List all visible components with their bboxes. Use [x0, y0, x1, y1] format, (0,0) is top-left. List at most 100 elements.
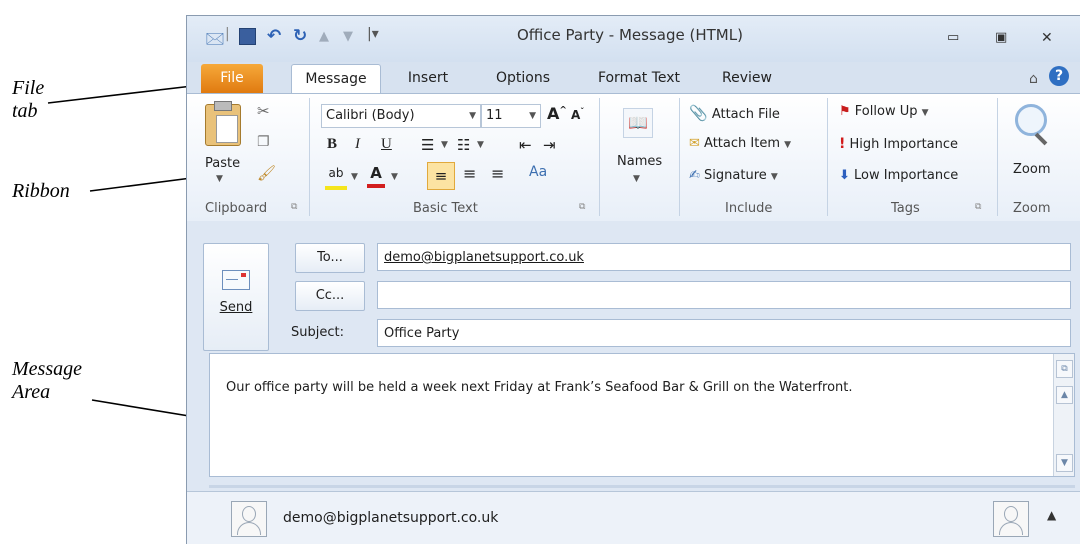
chevron-down-icon[interactable]: ▼ [633, 174, 640, 184]
chevron-down-icon[interactable]: ▼ [351, 172, 358, 182]
title-bar: 🖂 | ↶ ↻ ▲ ▼ |▾ Office Party - Message (H… [187, 16, 1080, 62]
low-importance-label: Low Importance [854, 168, 959, 183]
tab-options[interactable]: Options [483, 64, 563, 93]
message-body-text: Our office party will be held a week nex… [226, 380, 853, 395]
attach-item-icon: ✉ [689, 136, 700, 151]
save-icon[interactable] [239, 28, 256, 45]
close-button[interactable]: ✕ [1041, 30, 1053, 46]
ribbon: Paste ▼ ✂ ❐ 🖌 Clipboard ⧉ Calibri (Body)… [187, 93, 1080, 222]
names-button[interactable]: Names [617, 154, 662, 169]
message-area-annotation: Message Area [12, 358, 82, 404]
to-button[interactable]: To... [295, 243, 365, 273]
follow-up-label: Follow Up [854, 104, 918, 119]
styles-icon[interactable]: Aa [529, 164, 547, 180]
cut-icon[interactable]: ✂ [257, 102, 270, 120]
font-size-combo[interactable]: 11 ▼ [481, 104, 541, 128]
expand-people-pane-icon[interactable]: ▲ [1047, 508, 1056, 522]
zoom-button[interactable]: Zoom [1013, 162, 1050, 177]
paste-button[interactable]: Paste [205, 156, 240, 171]
tab-file[interactable]: File [201, 64, 263, 93]
outlook-message-window: 🖂 | ↶ ↻ ▲ ▼ |▾ Office Party - Message (H… [186, 15, 1080, 544]
high-importance-button[interactable]: ! High Importance [839, 136, 958, 152]
font-name-combo[interactable]: Calibri (Body) ▼ [321, 104, 481, 128]
low-importance-icon: ⬇ [839, 168, 850, 183]
undo-icon[interactable]: ↶ [267, 26, 281, 46]
align-left-icon[interactable]: ≡ [427, 162, 455, 190]
chevron-down-icon: ▼ [784, 140, 792, 150]
tab-insert[interactable]: Insert [397, 64, 459, 93]
increase-indent-icon[interactable]: ⇥ [543, 136, 556, 154]
cc-button[interactable]: Cc... [295, 281, 365, 311]
follow-up-button[interactable]: ⚑ Follow Up ▼ [839, 104, 929, 119]
chevron-down-icon[interactable]: ▼ [391, 172, 398, 182]
decrease-indent-icon[interactable]: ⇤ [519, 136, 532, 154]
ribbon-annotation: Ribbon [12, 180, 70, 202]
message-body[interactable]: Our office party will be held a week nex… [209, 353, 1075, 477]
italic-icon[interactable]: I [355, 136, 360, 153]
paste-dropdown-icon[interactable]: ▼ [216, 174, 223, 184]
cc-field[interactable] [377, 281, 1071, 309]
window-title: Office Party - Message (HTML) [517, 26, 743, 44]
scroll-down-icon[interactable]: ▼ [1056, 454, 1073, 472]
tab-format-text[interactable]: Format Text [591, 64, 687, 93]
align-right-icon[interactable]: ≡ [491, 164, 504, 183]
send-button[interactable]: Send [203, 243, 269, 351]
bullets-icon[interactable]: ☰ [421, 136, 434, 154]
high-importance-icon: ! [839, 136, 846, 152]
chevron-down-icon[interactable]: ▼ [477, 140, 484, 150]
next-item-icon[interactable]: ▼ [343, 29, 353, 44]
tab-review[interactable]: Review [715, 64, 779, 93]
group-separator [997, 98, 998, 216]
chevron-down-icon[interactable]: ▼ [441, 140, 448, 150]
numbering-icon[interactable]: ☷ [457, 136, 470, 154]
font-color-icon[interactable]: A [367, 164, 385, 188]
zoom-icon[interactable] [1015, 104, 1047, 136]
vertical-scrollbar[interactable]: ⧉ ▲ ▼ [1053, 354, 1074, 476]
format-painter-icon[interactable]: 🖌 [257, 164, 276, 182]
group-separator [827, 98, 828, 216]
grow-font-icon[interactable]: A^ [547, 104, 567, 123]
low-importance-button[interactable]: ⬇ Low Importance [839, 168, 958, 183]
copy-icon[interactable]: ❐ [257, 134, 270, 150]
bold-icon[interactable]: B [327, 136, 337, 153]
group-separator [309, 98, 310, 216]
customize-qat-icon[interactable]: |▾ [367, 26, 379, 42]
contact-avatar-right[interactable] [993, 501, 1029, 537]
chevron-down-icon: ▼ [529, 111, 536, 121]
group-label-clipboard: Clipboard [205, 201, 268, 216]
maximize-button[interactable]: ▣ [995, 30, 1007, 45]
minimize-button[interactable]: ▭ [947, 30, 959, 45]
split-pane-icon[interactable]: ⧉ [1056, 360, 1073, 378]
group-label-zoom: Zoom [1013, 201, 1051, 216]
subject-field[interactable]: Office Party [377, 319, 1071, 347]
tags-launcher-icon[interactable]: ⧉ [975, 202, 981, 212]
attach-file-label: Attach File [711, 107, 780, 122]
flag-icon: ⚑ [839, 104, 851, 119]
pane-splitter[interactable] [209, 485, 1075, 488]
group-separator [679, 98, 680, 216]
minimize-ribbon-icon[interactable]: ⌂ [1029, 71, 1038, 87]
paperclip-icon: 📎 [689, 104, 708, 122]
scroll-up-icon[interactable]: ▲ [1056, 386, 1073, 404]
tab-message[interactable]: Message [291, 64, 381, 94]
help-icon[interactable]: ? [1049, 66, 1069, 86]
clipboard-launcher-icon[interactable]: ⧉ [291, 202, 297, 212]
annotation-text: Message [12, 358, 82, 380]
people-pane-contact[interactable]: demo@bigplanetsupport.co.uk [283, 510, 498, 526]
align-center-icon[interactable]: ≡ [463, 164, 476, 183]
redo-icon[interactable]: ↻ [293, 26, 307, 46]
basic-text-launcher-icon[interactable]: ⧉ [579, 202, 585, 212]
to-field[interactable]: demo@bigplanetsupport.co.uk [377, 243, 1071, 271]
highlight-icon[interactable]: ab [325, 166, 347, 190]
signature-button[interactable]: ✍ Signature ▼ [689, 168, 778, 183]
underline-icon[interactable]: U [381, 136, 392, 153]
shrink-font-icon[interactable]: Aˇ [571, 107, 584, 122]
attach-item-button[interactable]: ✉ Attach Item ▼ [689, 136, 791, 151]
address-book-icon[interactable]: 📖 [623, 108, 653, 138]
group-label-basic-text: Basic Text [413, 201, 478, 216]
previous-item-icon[interactable]: ▲ [319, 29, 329, 44]
contact-avatar[interactable] [231, 501, 267, 537]
paste-icon[interactable] [205, 101, 241, 146]
attach-file-button[interactable]: 📎 Attach File [689, 104, 780, 122]
outlook-app-icon[interactable]: 🖂 [205, 26, 225, 55]
